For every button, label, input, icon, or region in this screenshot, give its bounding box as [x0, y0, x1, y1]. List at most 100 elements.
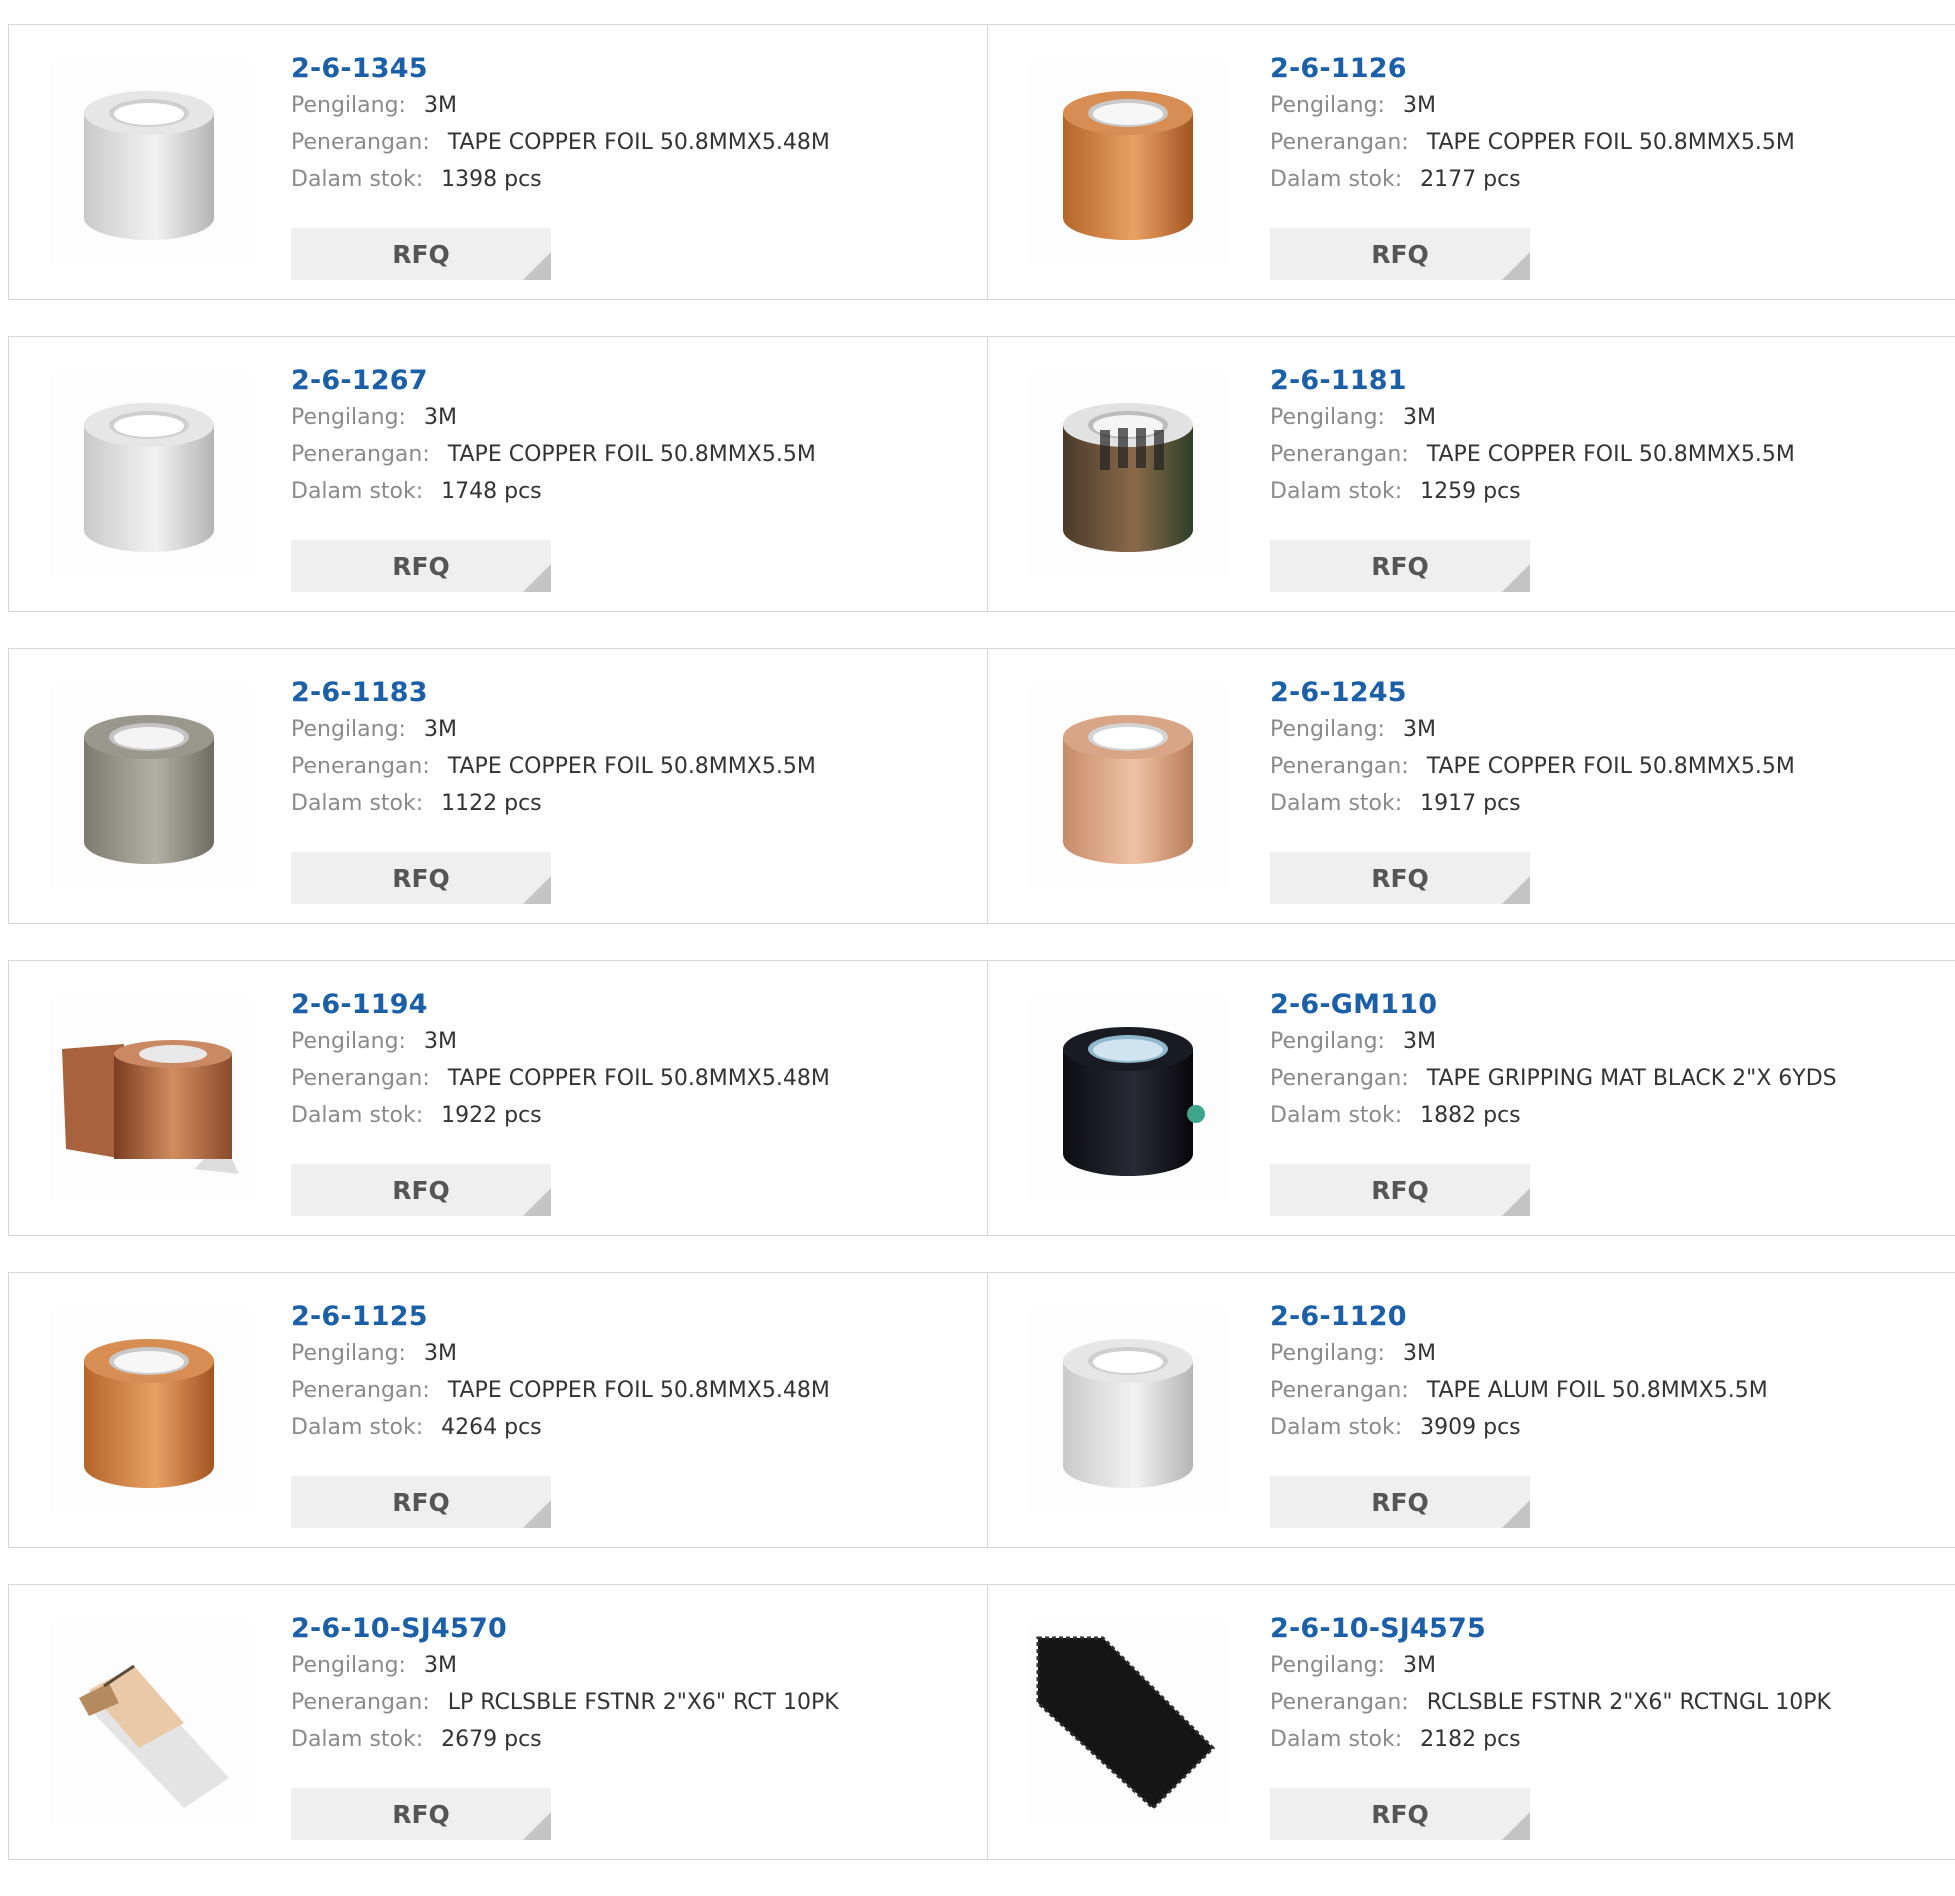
manufacturer-label: Pengilang: [1270, 1341, 1385, 1366]
stock-label: Dalam stok: [291, 479, 424, 504]
stock-label: Dalam stok: [1270, 1727, 1403, 1752]
stock-value: 1748 pcs [441, 479, 542, 504]
stock-value: 4264 pcs [441, 1415, 542, 1440]
unrolled-copper-tape-image[interactable] [49, 999, 249, 1199]
description-value: LP RCLSBLE FSTNR 2"X6" RCT 10PK [447, 1690, 839, 1715]
stock-label: Dalam stok: [1270, 1103, 1403, 1128]
part-number-link[interactable]: 2-6-GM110 [1270, 987, 1837, 1023]
light-copper-tape-roll-image[interactable] [1028, 687, 1228, 887]
stock-value: 2177 pcs [1420, 167, 1521, 192]
rfq-button[interactable]: RFQ [291, 540, 551, 592]
manufacturer-label: Pengilang: [291, 1029, 406, 1054]
description-label: Penerangan: [1270, 754, 1409, 779]
part-number-link[interactable]: 2-6-1126 [1270, 51, 1795, 87]
corner-triangle-icon [523, 252, 551, 280]
rfq-button[interactable]: RFQ [1270, 228, 1530, 280]
part-number-link[interactable]: 2-6-1345 [291, 51, 830, 87]
manufacturer-value: 3M [423, 1653, 457, 1678]
product-row: 2-6-1267 Pengilang: 3M Penerangan: TAPE CO… [8, 336, 1955, 612]
stock-line: Dalam stok: 2679 pcs [291, 1721, 839, 1758]
part-number-link[interactable]: 2-6-10-SJ4575 [1270, 1611, 1831, 1647]
part-number-link[interactable]: 2-6-1125 [291, 1299, 830, 1335]
manufacturer-value: 3M [423, 717, 457, 742]
rfq-button[interactable]: RFQ [1270, 540, 1530, 592]
description-value: TAPE COPPER FOIL 50.8MMX5.5M [1426, 754, 1795, 779]
stock-label: Dalam stok: [291, 1727, 424, 1752]
rfq-label: RFQ [392, 1487, 450, 1517]
description-label: Penerangan: [1270, 1066, 1409, 1091]
description-line: Penerangan: TAPE COPPER FOIL 50.8MMX5.5M [1270, 748, 1795, 785]
part-number-link[interactable]: 2-6-1267 [291, 363, 816, 399]
part-number-link[interactable]: 2-6-10-SJ4570 [291, 1611, 839, 1647]
product-card: 2-6-1194 Pengilang: 3M Penerangan: TAPE CO… [8, 960, 988, 1236]
product-card: 2-6-10-SJ4570 Pengilang: 3M Penerangan: LP… [8, 1584, 988, 1860]
stock-label: Dalam stok: [291, 791, 424, 816]
silver-tape-roll-image[interactable] [49, 375, 249, 575]
rfq-button[interactable]: RFQ [1270, 852, 1530, 904]
manufacturer-value: 3M [423, 1341, 457, 1366]
product-info: 2-6-1181 Pengilang: 3M Penerangan: TAPE CO… [1270, 363, 1795, 510]
dark-labeled-tape-roll-image[interactable] [1028, 375, 1228, 575]
rfq-button[interactable]: RFQ [291, 852, 551, 904]
rfq-button[interactable]: RFQ [291, 1788, 551, 1840]
corner-triangle-icon [1502, 1812, 1530, 1840]
manufacturer-value: 3M [423, 405, 457, 430]
black-fastener-strip-image[interactable] [1028, 1623, 1228, 1823]
gray-tape-roll-image[interactable] [49, 687, 249, 887]
product-row: 2-6-1125 Pengilang: 3M Penerangan: TAPE CO… [8, 1272, 1955, 1548]
silver-tape-roll-image[interactable] [49, 63, 249, 263]
stock-line: Dalam stok: 4264 pcs [291, 1409, 830, 1446]
stock-label: Dalam stok: [291, 1103, 424, 1128]
copper-tape-roll-image[interactable] [1028, 63, 1228, 263]
rfq-button[interactable]: RFQ [1270, 1476, 1530, 1528]
silver-tape-roll-image[interactable] [1028, 1311, 1228, 1511]
description-value: TAPE COPPER FOIL 50.8MMX5.48M [447, 1066, 830, 1091]
product-card: 2-6-1267 Pengilang: 3M Penerangan: TAPE CO… [8, 336, 988, 612]
stock-line: Dalam stok: 2177 pcs [1270, 161, 1795, 198]
rfq-label: RFQ [1371, 1799, 1429, 1829]
copper-tape-roll-image[interactable] [49, 1311, 249, 1511]
manufacturer-value: 3M [1402, 1029, 1436, 1054]
manufacturer-value: 3M [1402, 717, 1436, 742]
corner-triangle-icon [523, 876, 551, 904]
product-card: 2-6-1345 Pengilang: 3M Penerangan: TAPE CO… [8, 24, 988, 300]
rfq-button[interactable]: RFQ [1270, 1788, 1530, 1840]
description-line: Penerangan: TAPE COPPER FOIL 50.8MMX5.48M [291, 1372, 830, 1409]
corner-triangle-icon [523, 1500, 551, 1528]
description-value: TAPE COPPER FOIL 50.8MMX5.5M [447, 754, 816, 779]
product-info: 2-6-1345 Pengilang: 3M Penerangan: TAPE CO… [291, 51, 830, 198]
part-number-link[interactable]: 2-6-1120 [1270, 1299, 1768, 1335]
part-number-link[interactable]: 2-6-1183 [291, 675, 816, 711]
product-card: 2-6-1183 Pengilang: 3M Penerangan: TAPE CO… [8, 648, 988, 924]
description-line: Penerangan: TAPE ALUM FOIL 50.8MMX5.5M [1270, 1372, 1768, 1409]
rfq-label: RFQ [392, 551, 450, 581]
manufacturer-value: 3M [1402, 93, 1436, 118]
description-label: Penerangan: [291, 1378, 430, 1403]
black-tape-roll-image[interactable] [1028, 999, 1228, 1199]
fastener-strip-image[interactable] [49, 1623, 249, 1823]
rfq-button[interactable]: RFQ [291, 1476, 551, 1528]
rfq-label: RFQ [392, 1175, 450, 1205]
stock-line: Dalam stok: 2182 pcs [1270, 1721, 1831, 1758]
manufacturer-label: Pengilang: [1270, 93, 1385, 118]
stock-line: Dalam stok: 1922 pcs [291, 1097, 830, 1134]
part-number-link[interactable]: 2-6-1245 [1270, 675, 1795, 711]
product-row: 2-6-10-SJ4570 Pengilang: 3M Penerangan: LP… [8, 1584, 1955, 1860]
rfq-button[interactable]: RFQ [291, 228, 551, 280]
description-line: Penerangan: LP RCLSBLE FSTNR 2"X6" RCT 10… [291, 1684, 839, 1721]
rfq-label: RFQ [1371, 1487, 1429, 1517]
description-label: Penerangan: [1270, 1690, 1409, 1715]
description-label: Penerangan: [1270, 130, 1409, 155]
description-label: Penerangan: [1270, 1378, 1409, 1403]
corner-triangle-icon [1502, 252, 1530, 280]
manufacturer-label: Pengilang: [1270, 1029, 1385, 1054]
rfq-label: RFQ [1371, 863, 1429, 893]
rfq-label: RFQ [1371, 1175, 1429, 1205]
part-number-link[interactable]: 2-6-1194 [291, 987, 830, 1023]
part-number-link[interactable]: 2-6-1181 [1270, 363, 1795, 399]
manufacturer-label: Pengilang: [1270, 1653, 1385, 1678]
manufacturer-line: Pengilang: 3M [1270, 711, 1795, 748]
manufacturer-line: Pengilang: 3M [291, 1647, 839, 1684]
rfq-button[interactable]: RFQ [291, 1164, 551, 1216]
rfq-button[interactable]: RFQ [1270, 1164, 1530, 1216]
